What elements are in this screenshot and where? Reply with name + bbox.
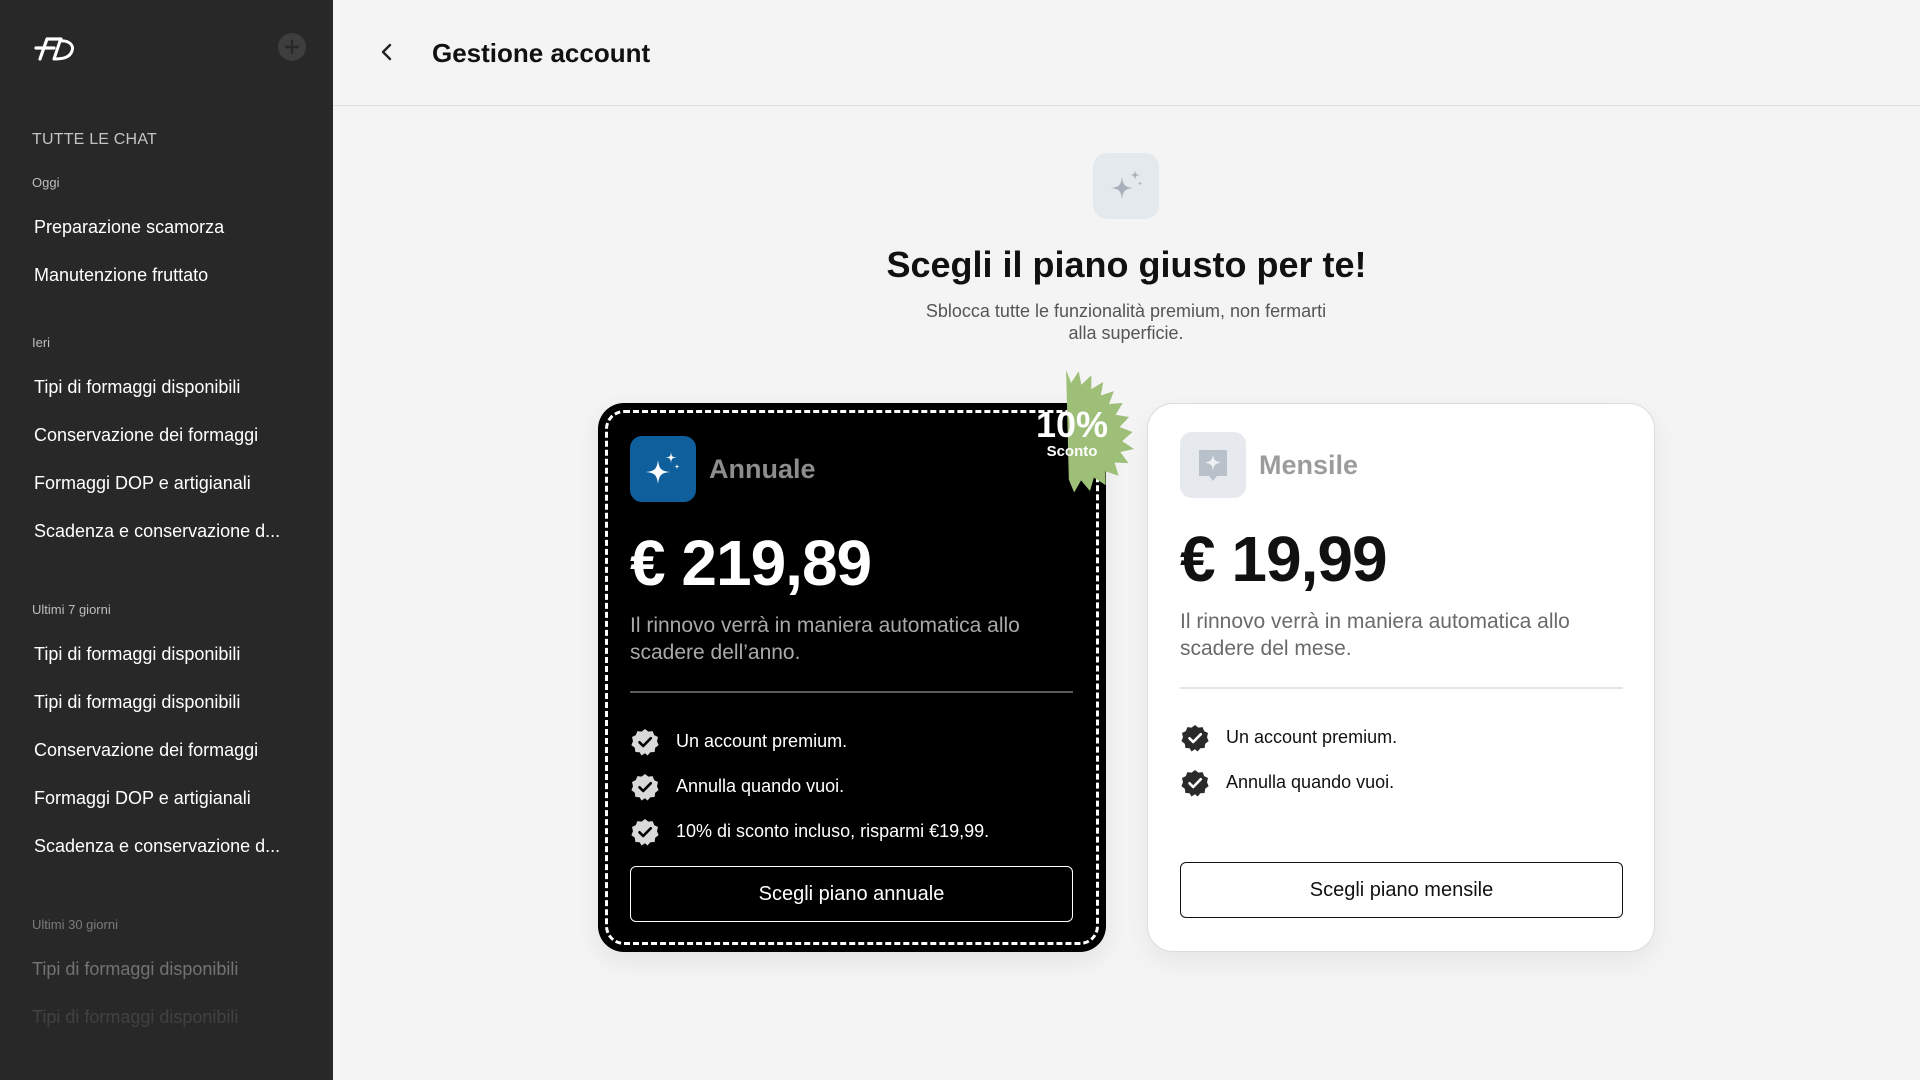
sidebar-fade-overlay <box>0 930 333 1080</box>
group-label-today: Oggi <box>32 175 60 190</box>
hero-icon-box <box>1093 153 1159 219</box>
feature-text: Un account premium. <box>1226 727 1398 747</box>
chat-item[interactable]: Manutenzione fruttato <box>34 265 304 286</box>
group-label-yesterday: Ieri <box>32 335 51 350</box>
chat-item[interactable]: Tipi di formaggi disponibili <box>34 692 304 713</box>
choose-monthly-plan-button[interactable]: Scegli piano mensile <box>1180 862 1623 918</box>
verified-check-icon <box>1181 769 1209 796</box>
chat-item[interactable]: Formaggi DOP e artigianali <box>34 473 304 494</box>
verified-check-icon <box>631 773 659 800</box>
group-label-last-30-days: Ultimi 30 giorni <box>32 917 118 932</box>
plan-icon-box <box>1180 432 1246 498</box>
new-chat-button[interactable] <box>278 33 306 61</box>
feature-item: 10% di sconto incluso, risparmi €19,99. <box>630 809 989 854</box>
plus-circle-icon <box>284 39 300 55</box>
chat-item[interactable]: Scadenza e conservazione d... <box>34 521 304 542</box>
discount-seal-icon <box>1066 369 1135 493</box>
plan-description: Il rinnovo verrà in maniera automatica a… <box>1180 610 1570 660</box>
discount-badge: 10% Sconto <box>1009 369 1135 497</box>
chat-item[interactable]: Formaggi DOP e artigianali <box>34 788 304 809</box>
divider <box>630 691 1073 693</box>
plan-description: Il rinnovo verrà in maniera automatica a… <box>630 614 1020 664</box>
feature-text: Annulla quando vuoi. <box>1226 772 1395 792</box>
top-bar: Gestione account <box>333 0 1920 106</box>
back-button[interactable] <box>375 40 399 64</box>
group-label-last-7-days: Ultimi 7 giorni <box>32 602 111 617</box>
verified-check-icon <box>631 728 659 755</box>
sidebar: TUTTE LE CHAT Oggi Preparazione scamorza… <box>0 0 333 1080</box>
feature-item: Un account premium. <box>1180 715 1397 760</box>
pricing-subheadline: Sblocca tutte le funzionalità premium, n… <box>925 301 1327 343</box>
feature-list: Un account premium. Annulla quando vuoi. <box>1180 715 1397 805</box>
feature-item: Annulla quando vuoi. <box>1180 760 1397 805</box>
pricing-headline: Scegli il piano giusto per te! <box>886 244 1367 285</box>
feature-text: Annulla quando vuoi. <box>676 776 845 796</box>
feature-text: 10% di sconto incluso, risparmi €19,99. <box>676 821 990 841</box>
chat-item[interactable]: Conservazione dei formaggi <box>34 740 304 761</box>
plan-name: Mensile <box>1259 449 1359 480</box>
chat-item[interactable]: Tipi di formaggi disponibili <box>34 644 304 665</box>
divider <box>1180 687 1623 689</box>
sparkles-icon <box>1111 170 1143 199</box>
chat-item[interactable]: Preparazione scamorza <box>34 217 304 238</box>
star-badge-icon <box>1199 450 1227 481</box>
chat-item[interactable]: Scadenza e conservazione d... <box>34 836 304 857</box>
chat-item[interactable]: Tipi di formaggi disponibili <box>32 959 302 980</box>
plan-icon-box <box>630 436 696 502</box>
app-window: TUTTE LE CHAT Oggi Preparazione scamorza… <box>0 0 1920 1080</box>
plan-name: Annuale <box>709 453 816 484</box>
chat-item[interactable]: Tipi di formaggi disponibili <box>34 377 304 398</box>
feature-item: Annulla quando vuoi. <box>630 764 989 809</box>
chat-item[interactable]: Conservazione dei formaggi <box>34 425 304 446</box>
feature-item: Un account premium. <box>630 719 989 764</box>
verified-check-icon <box>631 818 659 845</box>
main-content: Gestione account Scegli il piano giusto … <box>333 0 1920 1080</box>
plan-price: € 19,99 <box>1180 523 1388 595</box>
chat-item[interactable]: Tipi di formaggi disponibili <box>32 1007 302 1028</box>
sparkles-icon <box>646 452 680 484</box>
plan-price: € 219,89 <box>630 527 872 599</box>
page-title: Gestione account <box>432 38 651 68</box>
logo-icon[interactable] <box>32 33 76 63</box>
feature-text: Un account premium. <box>676 731 848 751</box>
plan-header: Annuale <box>630 436 816 502</box>
choose-annual-plan-button[interactable]: Scegli piano annuale <box>630 866 1073 922</box>
chevron-left-icon <box>381 43 392 61</box>
verified-check-icon <box>1181 724 1209 751</box>
sidebar-section-title: TUTTE LE CHAT <box>32 131 157 148</box>
monthly-plan-card: Mensile € 19,99 Il rinnovo verrà in mani… <box>1147 403 1655 952</box>
feature-list: Un account premium. Annulla quando vuoi.… <box>630 719 989 854</box>
plan-header: Mensile <box>1180 432 1358 498</box>
